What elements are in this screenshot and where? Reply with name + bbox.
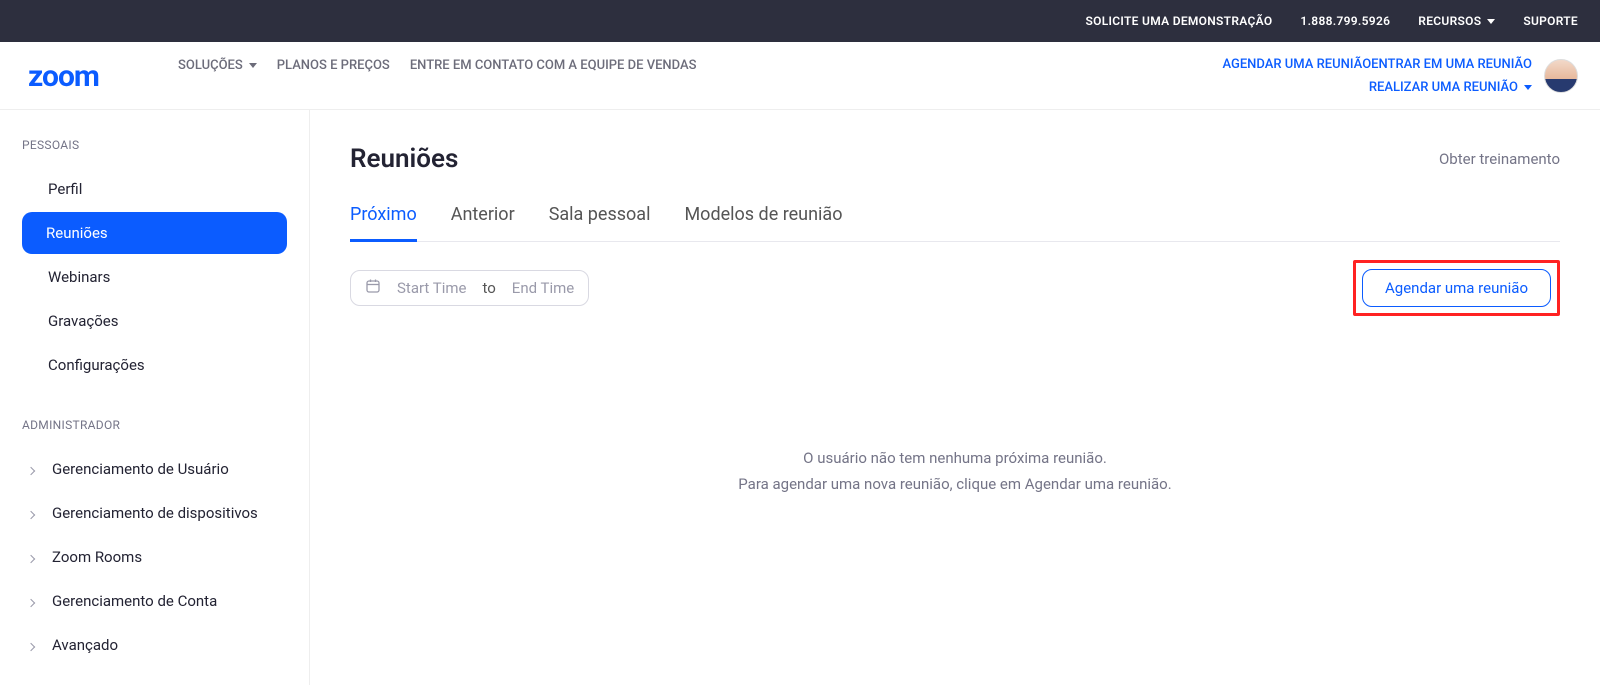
contact-sales-link[interactable]: ENTRE EM CONTATO COM A EQUIPE DE VENDAS <box>410 58 697 73</box>
meeting-tabs: Próximo Anterior Sala pessoal Modelos de… <box>350 204 1560 242</box>
tab-previous[interactable]: Anterior <box>451 204 515 242</box>
plans-link[interactable]: PLANOS E PREÇOS <box>277 58 390 73</box>
zoom-logo[interactable]: zoom <box>28 62 148 90</box>
daterange-to: to <box>482 279 495 297</box>
main-content: Reuniões Obter treinamento Próximo Anter… <box>310 110 1600 685</box>
chevron-right-icon <box>28 504 34 522</box>
request-demo-link[interactable]: SOLICITE UMA DEMONSTRAÇÃO <box>1086 14 1273 28</box>
sidebar-header-personal: PESSOAIS <box>0 138 309 168</box>
solutions-dropdown[interactable]: SOLUÇÕES <box>178 58 257 73</box>
tab-personal-room[interactable]: Sala pessoal <box>549 204 651 242</box>
main-nav: zoom SOLUÇÕES PLANOS E PREÇOS ENTRE EM C… <box>0 42 1600 110</box>
nav-left: SOLUÇÕES PLANOS E PREÇOS ENTRE EM CONTAT… <box>178 58 697 73</box>
sidebar-item-account-mgmt[interactable]: Gerenciamento de Conta <box>22 580 287 622</box>
page-title: Reuniões <box>350 144 458 174</box>
sidebar: PESSOAIS Perfil Reuniões Webinars Gravaç… <box>0 110 310 685</box>
host-meeting-dropdown[interactable]: REALIZAR UMA REUNIÃO <box>1369 80 1532 95</box>
sidebar-item-label: Gerenciamento de dispositivos <box>52 504 258 522</box>
chevron-down-icon <box>249 63 257 68</box>
support-link[interactable]: SUPORTE <box>1523 14 1578 28</box>
chevron-right-icon <box>28 460 34 478</box>
avatar[interactable] <box>1544 59 1578 93</box>
sidebar-item-meetings[interactable]: Reuniões <box>22 212 287 254</box>
sidebar-item-label: Gerenciamento de Usuário <box>52 460 229 478</box>
schedule-meeting-link[interactable]: AGENDAR UMA REUNIÃO <box>1222 57 1371 72</box>
sidebar-item-label: Avançado <box>52 636 118 654</box>
highlight-box: Agendar uma reunião <box>1353 260 1560 316</box>
sidebar-item-settings[interactable]: Configurações <box>22 344 287 386</box>
empty-line1: O usuário não tem nenhuma próxima reuniã… <box>350 446 1560 472</box>
date-range-picker[interactable]: Start Time to End Time <box>350 270 589 306</box>
join-meeting-link[interactable]: ENTRAR EM UMA REUNIÃO <box>1371 57 1532 72</box>
sidebar-item-user-mgmt[interactable]: Gerenciamento de Usuário <box>22 448 287 490</box>
chevron-right-icon <box>28 592 34 610</box>
tab-templates[interactable]: Modelos de reunião <box>684 204 842 242</box>
chevron-down-icon <box>1524 85 1532 90</box>
host-label: REALIZAR UMA REUNIÃO <box>1369 80 1518 95</box>
sidebar-item-zoom-rooms[interactable]: Zoom Rooms <box>22 536 287 578</box>
solutions-label: SOLUÇÕES <box>178 58 243 73</box>
sidebar-header-admin: ADMINISTRADOR <box>0 418 309 448</box>
toolbar: Start Time to End Time Agendar uma reuni… <box>350 260 1560 316</box>
chevron-right-icon <box>28 548 34 566</box>
empty-line2: Para agendar uma nova reunião, clique em… <box>350 472 1560 498</box>
chevron-down-icon <box>1487 19 1495 24</box>
start-time-placeholder: Start Time <box>397 279 466 297</box>
tab-upcoming[interactable]: Próximo <box>350 204 417 242</box>
nav-right: AGENDAR UMA REUNIÃO ENTRAR EM UMA REUNIÃ… <box>1222 57 1578 95</box>
sidebar-item-label: Zoom Rooms <box>52 548 142 566</box>
topbar: SOLICITE UMA DEMONSTRAÇÃO 1.888.799.5926… <box>0 0 1600 42</box>
sidebar-item-recordings[interactable]: Gravações <box>22 300 287 342</box>
empty-state: O usuário não tem nenhuma próxima reuniã… <box>350 446 1560 497</box>
end-time-placeholder: End Time <box>512 279 574 297</box>
sidebar-item-webinars[interactable]: Webinars <box>22 256 287 298</box>
phone-link[interactable]: 1.888.799.5926 <box>1300 14 1390 28</box>
resources-label: RECURSOS <box>1418 14 1481 28</box>
sidebar-item-profile[interactable]: Perfil <box>22 168 287 210</box>
sidebar-item-label: Gerenciamento de Conta <box>52 592 217 610</box>
chevron-right-icon <box>28 636 34 654</box>
svg-text:zoom: zoom <box>28 62 99 90</box>
calendar-icon <box>365 278 381 298</box>
resources-dropdown[interactable]: RECURSOS <box>1418 14 1495 28</box>
sidebar-item-advanced[interactable]: Avançado <box>22 624 287 666</box>
sidebar-item-device-mgmt[interactable]: Gerenciamento de dispositivos <box>22 492 287 534</box>
schedule-meeting-button[interactable]: Agendar uma reunião <box>1362 269 1551 307</box>
training-link[interactable]: Obter treinamento <box>1439 150 1560 168</box>
